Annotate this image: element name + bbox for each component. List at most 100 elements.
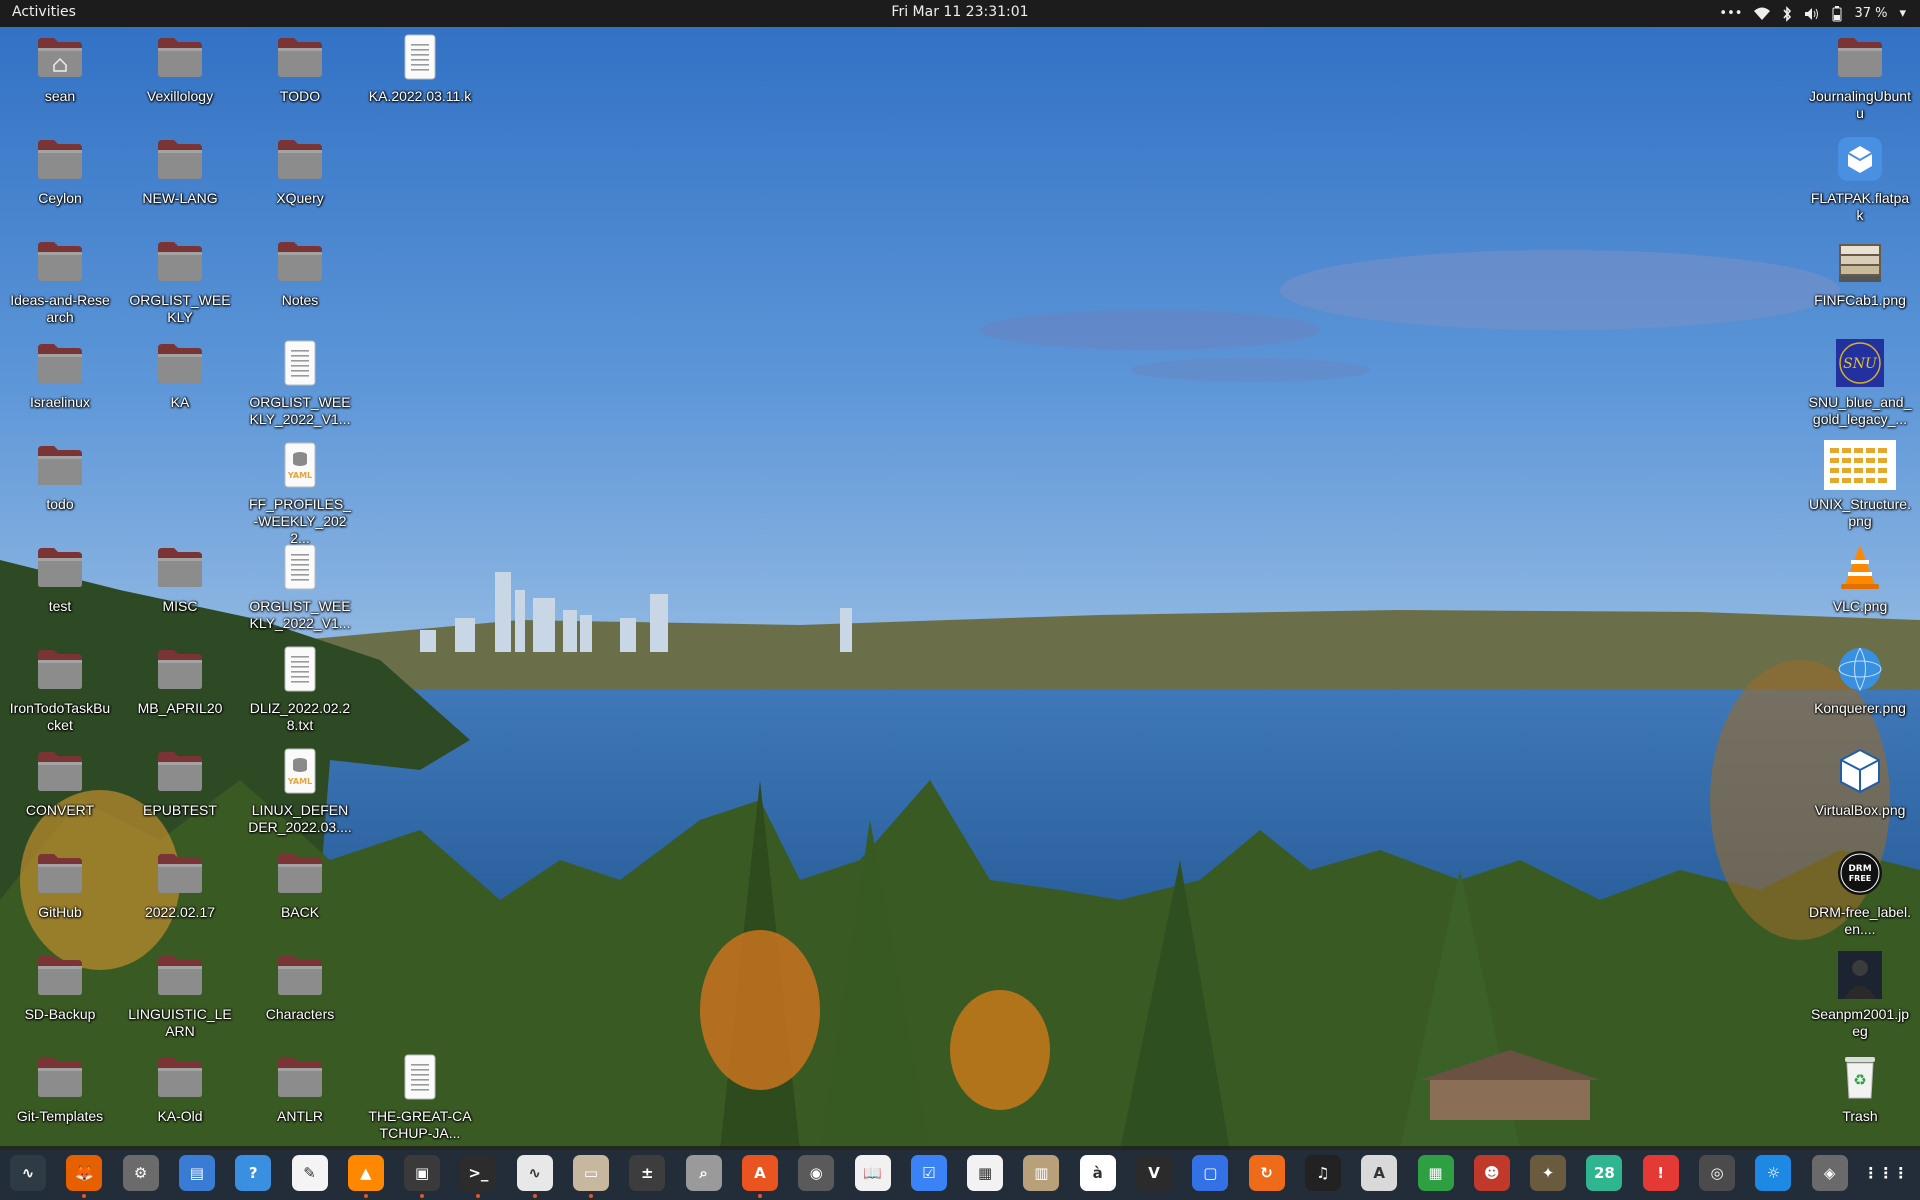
vim-icon[interactable]: V	[1136, 1155, 1172, 1191]
desktop-icon-item[interactable]: BACK	[244, 848, 356, 921]
desktop-icon-item[interactable]: VLC.png	[1804, 542, 1916, 615]
desktop-icon-item[interactable]: Ideas-and-Research	[4, 236, 116, 326]
desktop-icon-item[interactable]: YAML FF_PROFILES_-WEEKLY_2022...	[244, 440, 356, 547]
desktop-icon-item[interactable]: ORGLIST_WEEKLY_2022_V1...	[244, 542, 356, 632]
desktop-icon-item[interactable]: XQuery	[244, 134, 356, 207]
desktop-icon-item[interactable]: NEW-LANG	[124, 134, 236, 207]
folder-icon	[155, 746, 205, 796]
waveform-icon[interactable]: ∿	[516, 1155, 553, 1198]
character-map-icon[interactable]: à	[1079, 1155, 1116, 1191]
weather-icon[interactable]: ☼	[1755, 1155, 1792, 1191]
desktop-icon-label: Trash	[1842, 1108, 1878, 1124]
desktop-icon-item[interactable]: DLIZ_2022.02.28.txt	[244, 644, 356, 734]
desktop-icon-item[interactable]: test	[4, 542, 116, 615]
desktop-icon-item[interactable]: Characters	[244, 950, 356, 1023]
screenshot-icon[interactable]: ◎	[1699, 1155, 1735, 1191]
game-icon[interactable]: ☻	[1473, 1155, 1510, 1191]
desktop-icon-item[interactable]: IronTodoTaskBucket	[4, 644, 116, 734]
calendar-icon[interactable]: 28	[1586, 1155, 1623, 1191]
desktop-icon-item[interactable]: KA-Old	[124, 1052, 236, 1125]
desktop-icon-label: VLC.png	[1832, 598, 1888, 614]
desktop-icon-item[interactable]: TODO	[244, 32, 356, 105]
svg-text:YAML: YAML	[287, 777, 312, 786]
folder-icon	[155, 32, 205, 82]
clock[interactable]: Fri Mar 11 23:31:01	[891, 4, 1028, 20]
desktop-icon-item[interactable]: Git-Templates	[4, 1052, 116, 1125]
bluetooth-icon[interactable]	[1782, 5, 1792, 22]
desktop-icon-item[interactable]: LINGUISTIC_LEARN	[124, 950, 236, 1040]
desktop-icon-label: TODO	[279, 88, 321, 104]
alert-icon[interactable]: !	[1642, 1155, 1679, 1191]
desktop-icon-item[interactable]: KA.2022.03.11.k	[364, 32, 476, 105]
battery-icon[interactable]	[1832, 5, 1842, 22]
more-dots-icon[interactable]: •••	[1719, 6, 1742, 21]
desktop-icon-item[interactable]: ORGLIST_WEEKLY	[124, 236, 236, 326]
desktop-icon-label: NEW-LANG	[142, 190, 218, 206]
book-reader-icon[interactable]: 📖	[854, 1155, 891, 1191]
desktop-icon-item[interactable]: Vexillology	[124, 32, 236, 105]
menu-arrow-icon[interactable]: ▾	[1899, 6, 1906, 21]
desktop-icon-item[interactable]: Seanpm2001.jpeg	[1804, 950, 1916, 1040]
startup-disk-icon[interactable]: ◈	[1811, 1155, 1848, 1191]
svg-text:FREE: FREE	[1849, 874, 1872, 883]
desktop-icon-item[interactable]: todo	[4, 440, 116, 513]
folder-icon	[155, 542, 205, 592]
updates-icon[interactable]: ↻	[1248, 1155, 1285, 1191]
desktop-icon-item[interactable]: JournalingUbuntu	[1804, 32, 1916, 122]
spreadsheet-icon[interactable]: ▦	[1417, 1155, 1454, 1191]
desktop-icon-item[interactable]: SNU SNU_blue_and_gold_legacy_...	[1804, 338, 1916, 428]
desktop-icon-item[interactable]: ♻ Trash	[1804, 1052, 1916, 1125]
software-center-icon[interactable]: A	[741, 1155, 778, 1198]
text-document-icon[interactable]: ▤	[178, 1155, 215, 1191]
desktop-icon-item[interactable]: sean	[4, 32, 116, 105]
pdf-viewer-icon[interactable]: A	[1361, 1155, 1398, 1191]
desktop-icon-item[interactable]: Notes	[244, 236, 356, 309]
music-icon[interactable]: ♫	[1304, 1155, 1341, 1191]
files-icon[interactable]: ▭	[573, 1155, 609, 1198]
desktop-icon-item[interactable]: MB_APRIL20	[124, 644, 236, 717]
desktop-icon-item[interactable]: FINFCab1.png	[1804, 236, 1916, 309]
gimp-icon[interactable]: ✦	[1530, 1155, 1567, 1191]
desktop-icon-item[interactable]: KA	[124, 338, 236, 411]
cpu-x-icon[interactable]: ▣	[404, 1155, 441, 1198]
text-editor-icon[interactable]: ✎	[291, 1155, 328, 1191]
desktop-icon-item[interactable]: Israelinux	[4, 338, 116, 411]
wifi-icon[interactable]	[1754, 7, 1771, 21]
desktop-icon-item[interactable]: YAML LINUX_DEFENDER_2022.03....	[244, 746, 356, 836]
desktop-icon-item[interactable]: ORGLIST_WEEKLY_2022_V1...	[244, 338, 356, 428]
desktop-icon-item[interactable]: Konquerer.png	[1804, 644, 1916, 717]
desktop-icon-label: LINUX_DEFENDER_2022.03....	[248, 802, 352, 835]
system-tray[interactable]: ••• 37 % ▾	[1719, 0, 1906, 27]
disks-icon[interactable]: ◉	[798, 1155, 835, 1191]
dock: ∿ 🦊 ⚙ ▤? ✎ ▲ ▣ >_ ∿ ▭ ± ⌕ A ◉ 📖 ☑ ▦ ▥ à V ▢ ↻ ♫ A ▦ ☻ ✦ 28! ◎ ☼ ◈ ⋮⋮⋮	[0, 1146, 1920, 1200]
vlc-icon[interactable]: ▲	[347, 1155, 384, 1198]
remote-desktop-icon[interactable]: ▢	[1192, 1155, 1229, 1191]
desktop-icon-item[interactable]: CONVERT	[4, 746, 116, 819]
document-viewer-icon[interactable]: ▦	[967, 1155, 1004, 1191]
desktop-icon-item[interactable]: VirtualBox.png	[1804, 746, 1916, 819]
desktop-icon-item[interactable]: FLATPAK.flatpak	[1804, 134, 1916, 224]
tasks-icon[interactable]: ☑	[910, 1155, 947, 1191]
desktop-icon-item[interactable]: ANTLR	[244, 1052, 356, 1125]
desktop-icon-item[interactable]: SD-Backup	[4, 950, 116, 1023]
archive-manager-icon[interactable]: ▥	[1023, 1155, 1060, 1191]
desktop-icon-item[interactable]: Ceylon	[4, 134, 116, 207]
help-icon[interactable]: ?	[235, 1155, 272, 1191]
desktop-icon-item[interactable]: DRM FREE DRM-free_label.en....	[1804, 848, 1916, 938]
desktop-icon-item[interactable]: 2022.02.17	[124, 848, 236, 921]
desktop-icon-label: test	[48, 598, 72, 614]
volume-icon[interactable]	[1804, 7, 1820, 21]
image-viewer-icon[interactable]: ⌕	[685, 1155, 722, 1191]
activities-button[interactable]: Activities	[12, 4, 76, 20]
settings-icon[interactable]: ⚙	[122, 1155, 159, 1191]
desktop-icon-item[interactable]: MISC	[124, 542, 236, 615]
desktop-icon-item[interactable]: THE-GREAT-CATCHUP-JA...	[364, 1052, 476, 1142]
system-monitor-icon[interactable]: ∿	[10, 1155, 46, 1191]
terminal-icon[interactable]: >_	[460, 1155, 497, 1198]
firefox-icon[interactable]: 🦊	[66, 1155, 103, 1198]
desktop-icon-item[interactable]: GitHub	[4, 848, 116, 921]
show-apps-icon[interactable]: ⋮⋮⋮	[1863, 1155, 1908, 1191]
desktop-icon-item[interactable]: EPUBTEST	[124, 746, 236, 819]
calculator-icon[interactable]: ±	[629, 1155, 666, 1191]
desktop-icon-item[interactable]: UNIX_Structure.png	[1804, 440, 1916, 530]
